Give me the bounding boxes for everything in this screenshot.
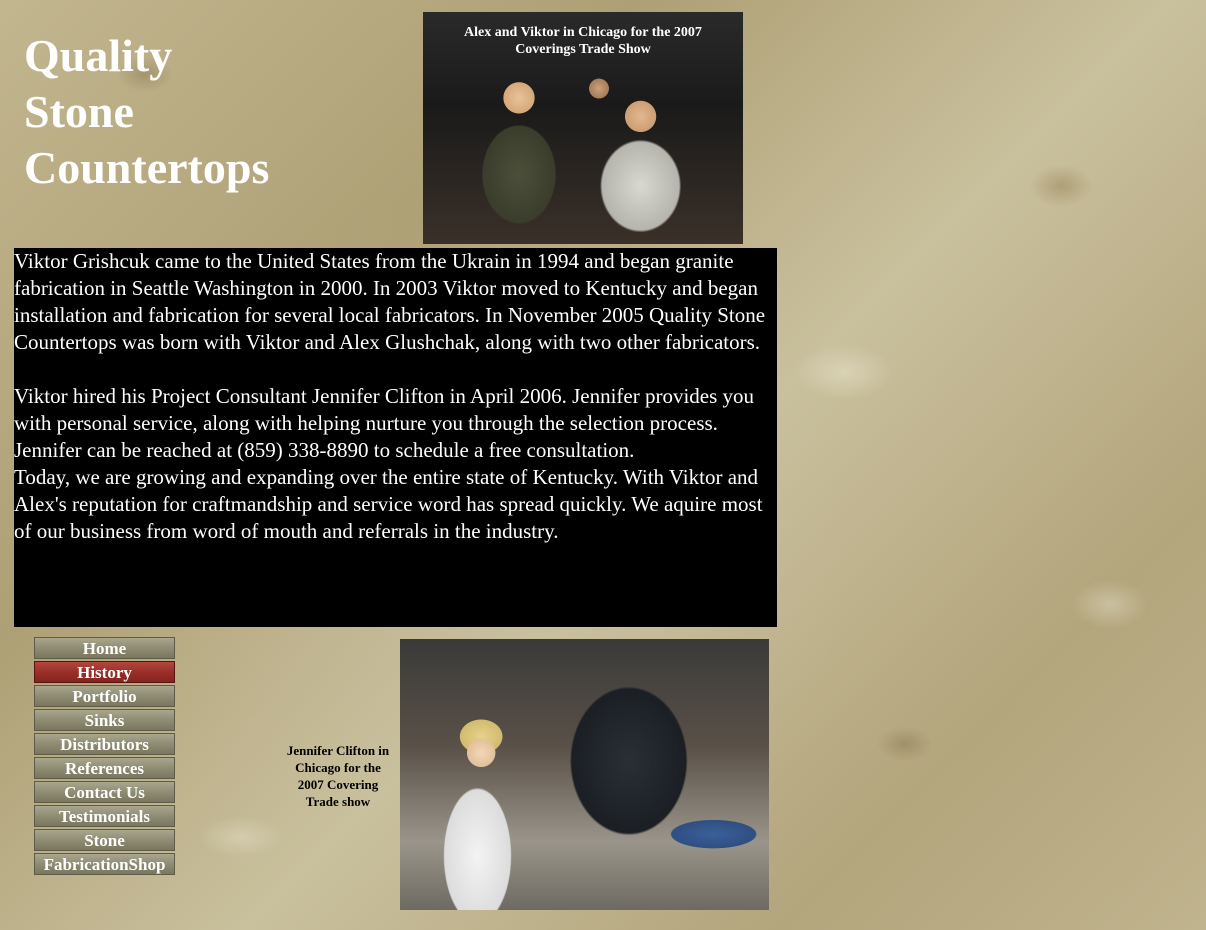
nav-portfolio-button[interactable]: Portfolio	[34, 685, 175, 707]
history-paragraph-2: Viktor hired his Project Consultant Jenn…	[14, 384, 755, 462]
main-nav: Home History Portfolio Sinks Distributor…	[34, 637, 175, 877]
history-text-box: Viktor Grishcuk came to the United State…	[14, 248, 777, 627]
nav-sinks-button[interactable]: Sinks	[34, 709, 175, 731]
caption-line-1: Alex and Viktor in Chicago for the 2007	[464, 25, 702, 40]
caption-line-2: Coverings Trade Show	[515, 42, 651, 57]
nav-contact-us-button[interactable]: Contact Us	[34, 781, 175, 803]
photo-alex-viktor: Alex and Viktor in Chicago for the 2007 …	[423, 12, 743, 244]
site-title-line-2: Stone	[24, 86, 134, 137]
photo-alex-viktor-caption: Alex and Viktor in Chicago for the 2007 …	[423, 24, 743, 58]
photo-jennifer-caption: Jennifer Clifton in Chicago for the 2007…	[286, 743, 390, 809]
photo-jennifer	[400, 639, 769, 910]
nav-history-button[interactable]: History	[34, 661, 175, 683]
nav-fabrication-shop-button[interactable]: FabricationShop	[34, 853, 175, 875]
nav-stone-button[interactable]: Stone	[34, 829, 175, 851]
nav-testimonials-button[interactable]: Testimonials	[34, 805, 175, 827]
nav-references-button[interactable]: References	[34, 757, 175, 779]
site-title-line-1: Quality	[24, 30, 173, 81]
photo-jennifer-image	[400, 639, 769, 910]
history-paragraph-3: Today, we are growing and expanding over…	[14, 465, 763, 543]
history-paragraph-1: Viktor Grishcuk came to the United State…	[14, 249, 766, 354]
nav-home-button[interactable]: Home	[34, 637, 175, 659]
site-title-line-3: Countertops	[24, 142, 270, 193]
site-title: Quality Stone Countertops	[24, 28, 324, 196]
nav-distributors-button[interactable]: Distributors	[34, 733, 175, 755]
